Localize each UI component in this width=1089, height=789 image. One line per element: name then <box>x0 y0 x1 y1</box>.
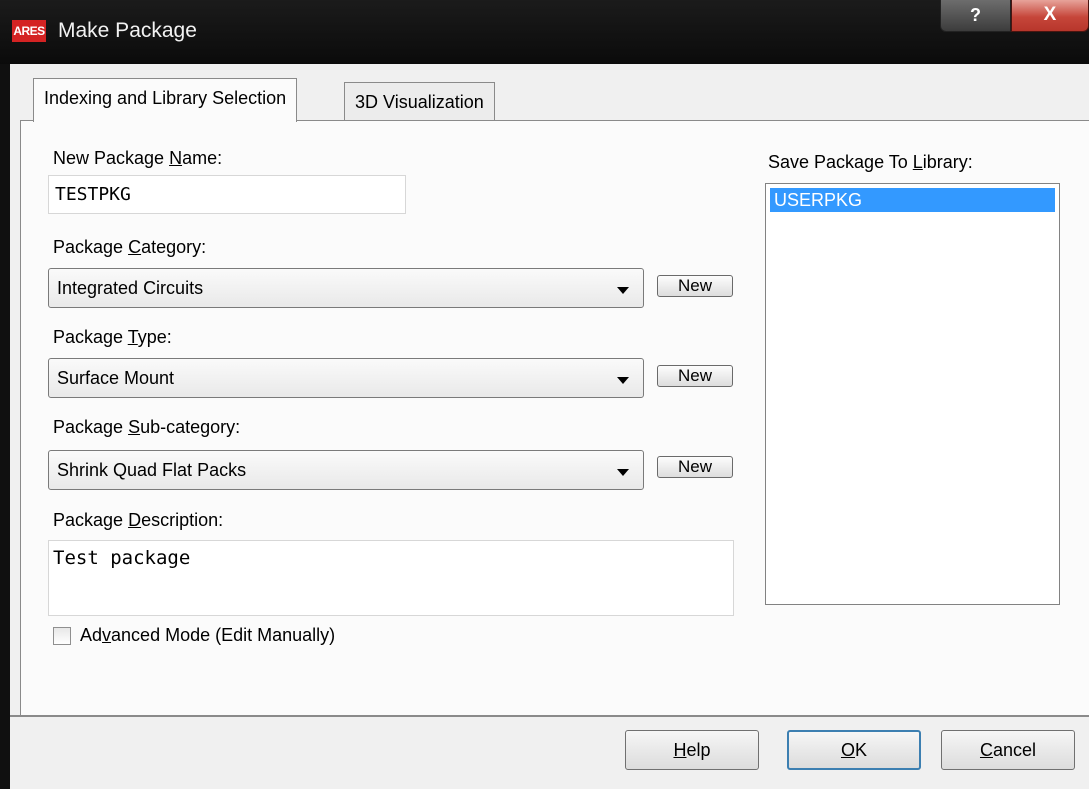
close-icon[interactable]: X <box>1011 0 1089 32</box>
new-type-button[interactable]: New <box>657 365 733 387</box>
ok-button[interactable]: OK <box>787 730 921 770</box>
window-frame-edge <box>0 64 10 789</box>
package-category-select[interactable]: Integrated Circuits <box>48 268 644 308</box>
tab-indexing-library[interactable]: Indexing and Library Selection <box>33 78 298 122</box>
help-question-icon[interactable]: ? <box>940 0 1011 32</box>
dropdown-arrow-icon <box>617 377 629 384</box>
tab-3d-visualization[interactable]: 3D Visualization <box>344 82 495 122</box>
window-title: Make Package <box>58 19 197 42</box>
new-category-button[interactable]: New <box>657 275 733 297</box>
dropdown-arrow-icon <box>617 287 629 294</box>
cancel-button[interactable]: Cancel <box>941 730 1075 770</box>
package-type-value: Surface Mount <box>57 368 175 388</box>
advanced-mode-label[interactable]: Advanced Mode (Edit Manually) <box>80 625 335 646</box>
package-subcategory-label: Package Sub-category: <box>53 417 241 437</box>
package-subcategory-select[interactable]: Shrink Quad Flat Packs <box>48 450 644 490</box>
package-description-textarea[interactable]: Test package <box>48 540 734 616</box>
divider <box>10 715 1089 717</box>
package-category-label: Package Category: <box>53 237 207 257</box>
package-name-input[interactable]: TESTPKG <box>48 175 406 214</box>
package-subcategory-value: Shrink Quad Flat Packs <box>57 460 247 480</box>
library-label: Save Package To Library: <box>768 152 973 172</box>
library-listbox[interactable]: USERPKG <box>765 183 1060 605</box>
package-type-label: Package Type: <box>53 327 172 347</box>
new-subcategory-button[interactable]: New <box>657 456 733 478</box>
title-bar: ARES Make Package ? X <box>0 0 1089 64</box>
dropdown-arrow-icon <box>617 469 629 476</box>
list-item-userpkg[interactable]: USERPKG <box>770 188 1055 212</box>
package-description-label: Package Description: <box>53 510 224 530</box>
package-type-select[interactable]: Surface Mount <box>48 358 644 398</box>
package-category-value: Integrated Circuits <box>57 278 204 298</box>
help-button[interactable]: Help <box>625 730 759 770</box>
advanced-mode-checkbox[interactable] <box>53 627 71 645</box>
package-name-label: New Package Name: <box>53 148 223 168</box>
ares-app-icon: ARES <box>12 20 46 42</box>
